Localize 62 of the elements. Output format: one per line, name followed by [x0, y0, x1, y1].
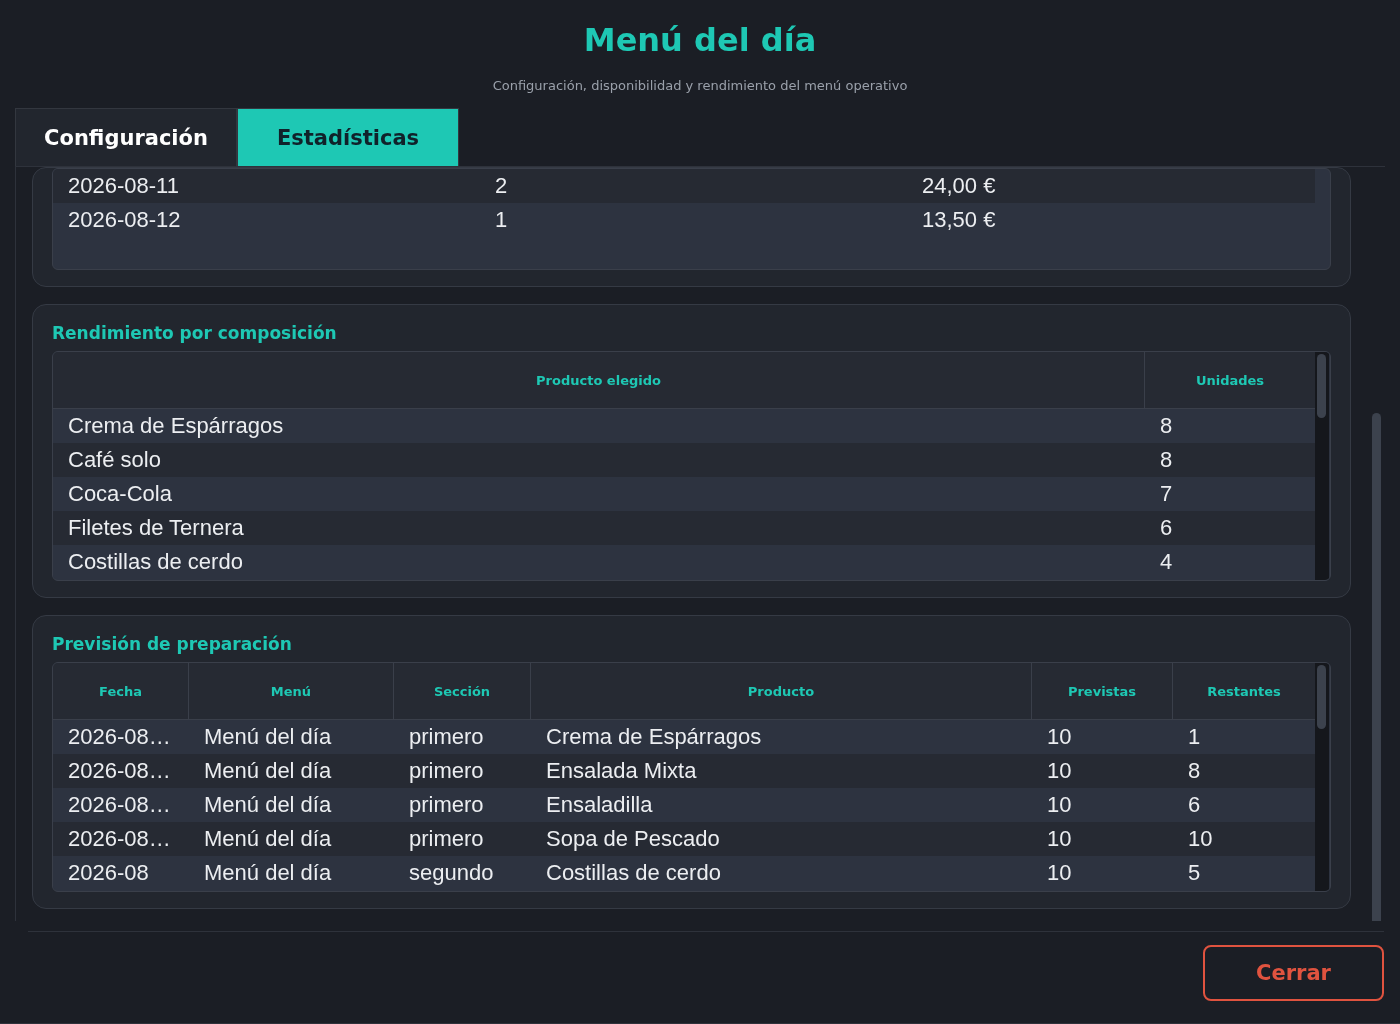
scrollbar-thumb[interactable]	[1372, 413, 1381, 921]
table-cell-text: 1	[494, 207, 509, 233]
table-cell-text: primero	[408, 826, 485, 852]
table-cell-text: 2026-08…	[67, 724, 172, 750]
table-cell-text: 7	[1159, 481, 1174, 507]
table-cell-text: Ensalada Mixta	[545, 758, 698, 784]
column-header: Producto elegido	[53, 352, 1145, 408]
column-header: Previstas	[1032, 663, 1173, 719]
section-title: Rendimiento por composición	[52, 323, 338, 343]
table-cell-text: 2026-08…	[67, 758, 172, 784]
column-header: Menú	[189, 663, 394, 719]
table-cell-text: 2026-08	[67, 860, 150, 886]
table-cell-text: primero	[408, 724, 485, 750]
table-cell-text: Costillas de cerdo	[67, 549, 244, 575]
table-cell-text: 10	[1187, 826, 1214, 852]
table-cell-text: primero	[408, 792, 485, 818]
column-header: Sección	[394, 663, 531, 719]
table-cell-text: 8	[1159, 447, 1174, 473]
column-header: Fecha	[53, 663, 189, 719]
scrollbar[interactable]	[1315, 352, 1329, 580]
table-cell-text: Filetes de Ternera	[67, 515, 245, 541]
table-cell-text: Sopa de Pescado	[545, 826, 721, 852]
table-cell-text: Café solo	[67, 447, 162, 473]
table-cell-text: 10	[1046, 758, 1073, 784]
table-cell-text: Menú del día	[203, 792, 333, 818]
page-title: Menú del día	[583, 20, 817, 60]
table-cell-text: 8	[1187, 758, 1202, 784]
table-cell-text: Menú del día	[203, 826, 333, 852]
table-cell-text: Costillas de cerdo	[545, 860, 722, 886]
table-cell-text: Menú del día	[203, 860, 333, 886]
table-cell-text: 2026-08-12	[67, 207, 182, 233]
table-cell-text: Crema de Espárragos	[67, 413, 285, 439]
table-cell-text: 4	[1159, 549, 1174, 575]
table-cell-text: 24,00 €	[921, 173, 997, 199]
table-cell-text: 2026-08…	[67, 792, 172, 818]
table-cell-text: 10	[1046, 792, 1073, 818]
close-button[interactable]: Cerrar	[1203, 945, 1384, 1001]
section-title: Previsión de preparación	[52, 634, 293, 654]
table-cell-text: 10	[1046, 826, 1073, 852]
table-cell-text: 5	[1187, 860, 1202, 886]
page-subtitle: Configuración, disponibilidad y rendimiento del menú operativo	[492, 78, 908, 93]
column-header: Producto	[531, 663, 1032, 719]
table-cell-text: Ensaladilla	[545, 792, 654, 818]
table-cell-text: 6	[1159, 515, 1174, 541]
table-cell-text: 6	[1187, 792, 1202, 818]
table-cell-text: 13,50 €	[921, 207, 997, 233]
table-cell-text: 1	[1187, 724, 1202, 750]
table-cell-text: segundo	[408, 860, 495, 886]
table-cell-text: Coca-Cola	[67, 481, 173, 507]
table-cell-text: 8	[1159, 413, 1174, 439]
table-cell-text: 10	[1046, 724, 1073, 750]
table-cell-text: 2	[494, 173, 509, 199]
table-cell-text: Menú del día	[203, 758, 333, 784]
table-cell-text: Menú del día	[203, 724, 333, 750]
table-cell-text: primero	[408, 758, 485, 784]
table-cell-text: Crema de Espárragos	[545, 724, 763, 750]
table-cell-text: 2026-08…	[67, 826, 172, 852]
scrollbar[interactable]	[1315, 663, 1329, 891]
tab[interactable]: Estadísticas	[237, 108, 459, 166]
table-cell-text: 10	[1046, 860, 1073, 886]
tab[interactable]: Configuración	[15, 108, 237, 166]
table-cell-text: 2026-08-11	[67, 173, 180, 199]
